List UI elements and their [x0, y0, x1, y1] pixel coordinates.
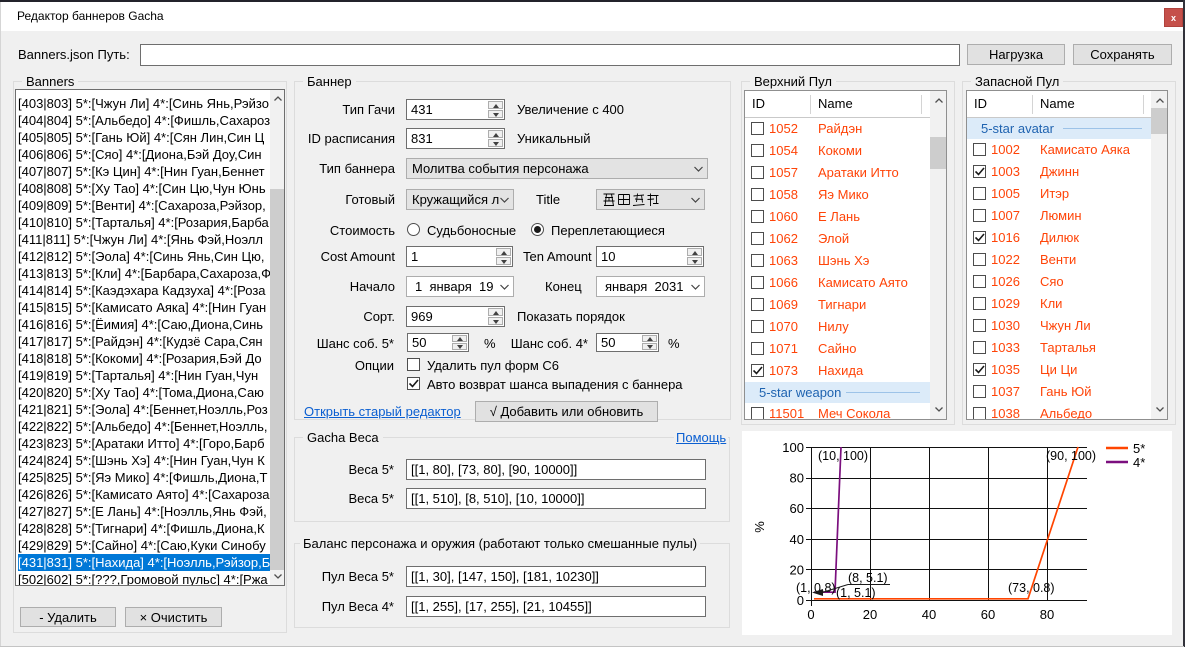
svg-text:60: 60	[981, 607, 995, 622]
svg-text:40: 40	[790, 532, 804, 547]
svg-text:4*: 4*	[1133, 455, 1145, 470]
svg-text:(90, 100): (90, 100)	[1046, 449, 1096, 463]
svg-text:(73, 0.8): (73, 0.8)	[1008, 581, 1055, 595]
svg-text:20: 20	[863, 607, 877, 622]
svg-text:0: 0	[807, 607, 814, 622]
svg-text:80: 80	[1040, 607, 1054, 622]
svg-text:60: 60	[790, 501, 804, 516]
svg-text:(10, 100): (10, 100)	[818, 449, 868, 463]
svg-text:0: 0	[797, 593, 804, 608]
svg-text:(8, 5.1): (8, 5.1)	[848, 571, 888, 585]
svg-text:5*: 5*	[1133, 441, 1145, 456]
svg-text:20: 20	[790, 562, 804, 577]
svg-text:40: 40	[922, 607, 936, 622]
svg-text:100: 100	[782, 440, 804, 455]
svg-text:80: 80	[790, 471, 804, 486]
svg-text:%: %	[752, 521, 767, 533]
svg-text:(1, 5.1): (1, 5.1)	[836, 586, 876, 600]
